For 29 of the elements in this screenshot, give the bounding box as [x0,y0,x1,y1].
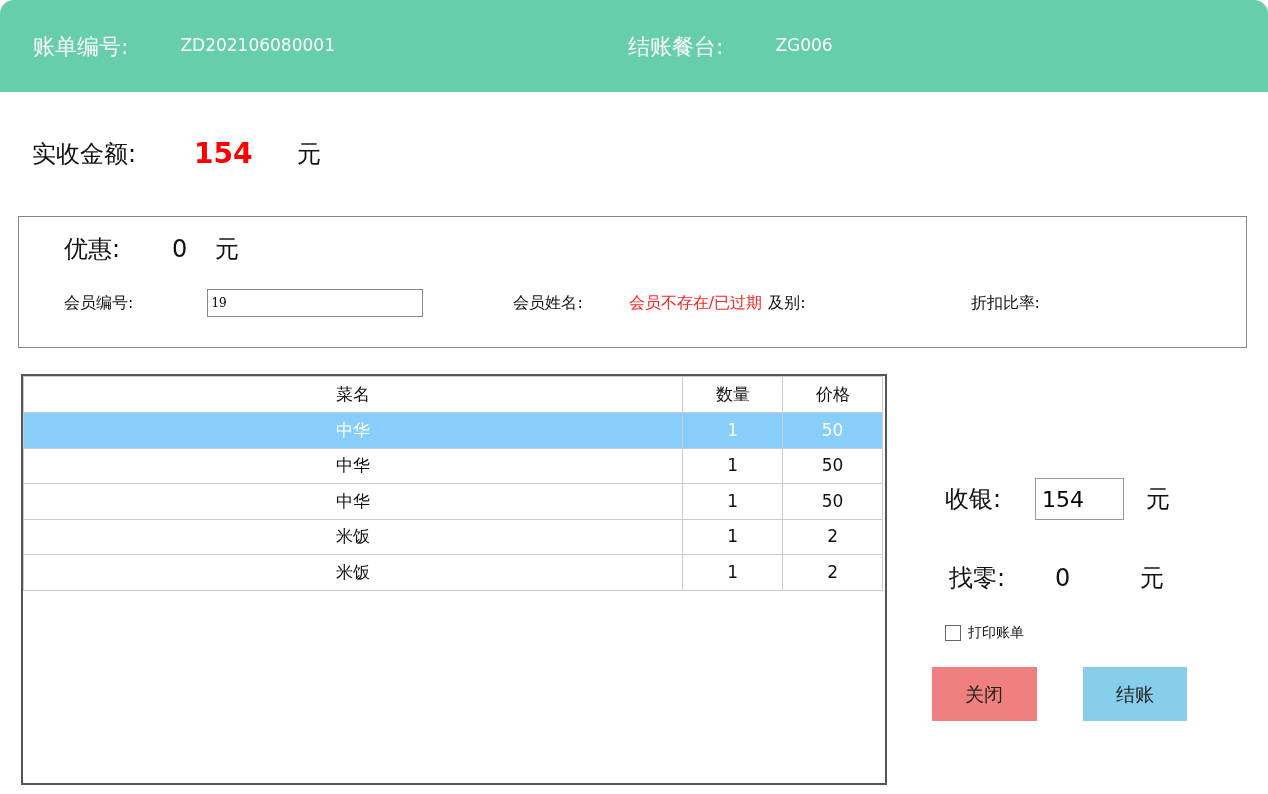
change-label: 找零: [949,563,1006,594]
discount-rate-label: 折扣比率: [970,292,1040,314]
amount-label: 实收金额: [32,139,137,170]
table-label: 结账餐台: [627,32,724,61]
column-header: 菜名 [23,376,683,413]
member-number-label: 会员编号: [64,292,134,314]
member-number-field[interactable]: 19 [207,289,424,317]
member-name-label: 会员姓名: [513,292,583,314]
discount-unit: 元 [215,234,240,265]
bill-number: ZD202106080001 [180,34,335,58]
received-field[interactable]: 154 [1035,478,1125,520]
amount-value: 154 [194,136,253,172]
table-number: ZG006 [775,34,833,58]
member-name-value: 会员不存在/已过期 [628,292,763,314]
checkout-button[interactable]: 结账 [1082,667,1187,721]
bill-label: 账单编号: [33,32,129,61]
change-value: 0 [1055,563,1071,594]
print-bill-label: 打印账单 [968,623,1024,642]
amount-unit: 元 [296,139,321,170]
received-unit: 元 [1146,484,1171,515]
column-header: 数量 [682,376,783,413]
column-header: 价格 [782,376,883,413]
close-button[interactable]: 关闭 [932,667,1037,721]
received-label: 收银: [945,484,1002,515]
print-checkbox[interactable] [945,624,961,641]
change-unit: 元 [1140,563,1165,594]
level-label: 及别: [768,292,806,314]
discount-label: 优惠: [64,234,121,265]
discount-value: 0 [172,234,188,265]
